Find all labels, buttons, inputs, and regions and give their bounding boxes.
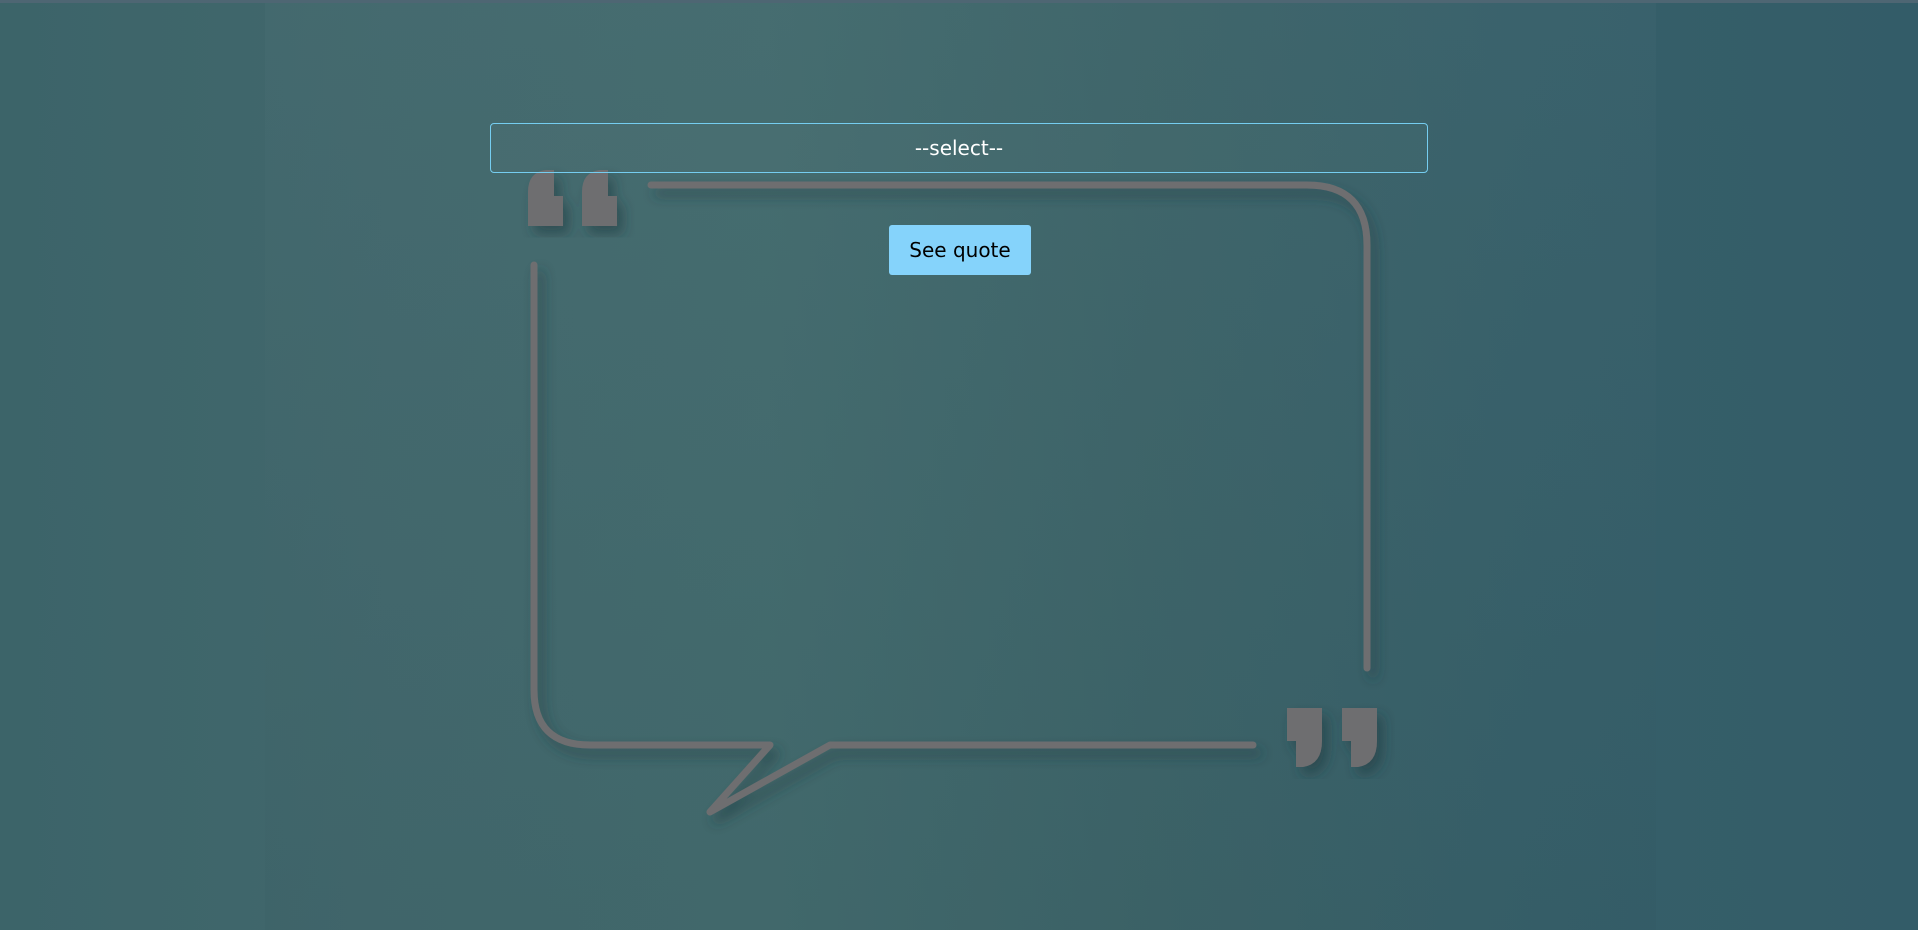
quote-category-select[interactable]: --select-- [490,123,1428,173]
bubble-outline-bottom [530,261,1257,816]
see-quote-button[interactable]: See quote [889,225,1031,275]
open-quote-marks-icon [528,170,617,226]
close-quote-marks-icon [1287,708,1377,767]
